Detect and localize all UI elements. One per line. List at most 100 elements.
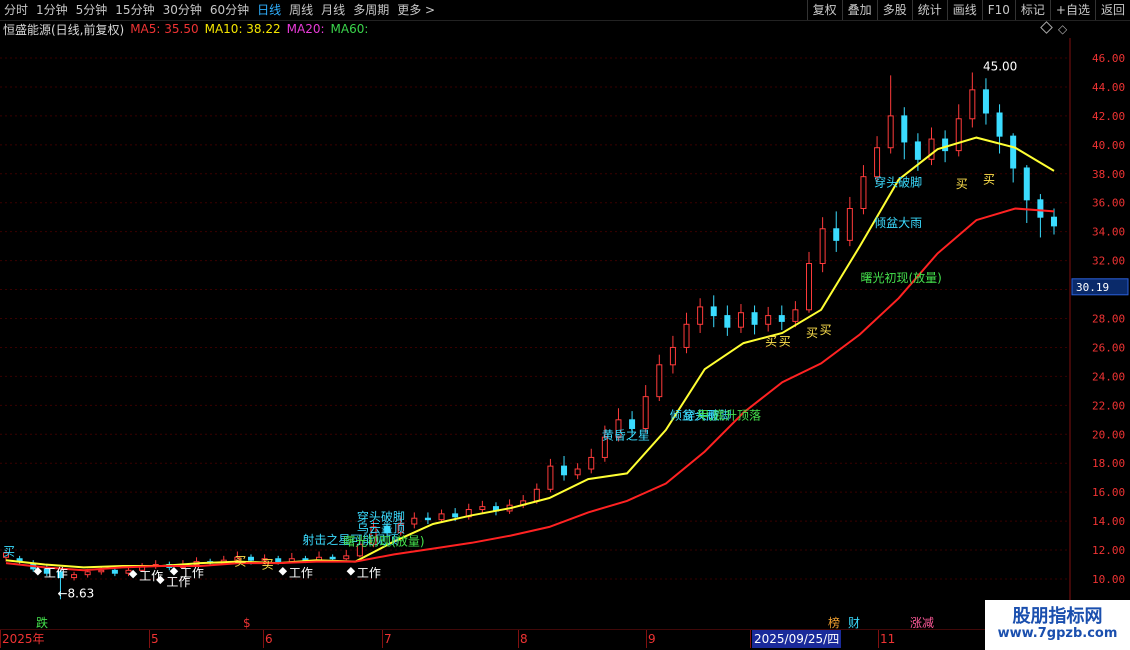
candle-body — [561, 465, 568, 476]
candle-body — [411, 517, 418, 525]
candle-body — [751, 312, 758, 325]
candle-body — [247, 556, 254, 561]
work-diamond-icon — [346, 566, 356, 576]
period-tab-9[interactable]: 多周期 — [349, 0, 393, 20]
tool-button-7[interactable]: +自选 — [1049, 0, 1095, 20]
kline-chart[interactable]: 46.00 44.00 42.00 40.00 38.00 36.00 34.00 32.00… — [0, 38, 1130, 630]
period-tab-6[interactable]: 日线 — [253, 0, 285, 20]
candle-body — [452, 513, 459, 518]
event-marker: 榜 — [828, 615, 840, 630]
period-tab-3[interactable]: 15分钟 — [111, 0, 158, 20]
tool-button-6[interactable]: 标记 — [1014, 0, 1050, 20]
candle-body — [533, 488, 540, 502]
y-tick-label: 12.00 — [1092, 544, 1125, 557]
y-tick-label: 44.00 — [1092, 81, 1125, 94]
signal-label: 倾盆大雨 — [874, 216, 922, 230]
candle-body — [969, 89, 976, 120]
period-tab-4[interactable]: 30分钟 — [159, 0, 206, 20]
candle-body — [737, 312, 744, 328]
y-tick-label: 32.00 — [1092, 255, 1125, 268]
signal-label: 穿头破脚 — [357, 509, 405, 524]
x-axis-label: 6 — [265, 632, 273, 646]
period-tab-2[interactable]: 5分钟 — [72, 0, 112, 20]
current-price-label: 30.19 — [1076, 281, 1109, 294]
y-tick-label: 16.00 — [1092, 486, 1125, 499]
tool-button-8[interactable]: 返回 — [1094, 0, 1130, 20]
y-tick-label: 40.00 — [1092, 139, 1125, 152]
signal-label: 黄昏之星 — [602, 429, 650, 443]
candle-body — [778, 315, 785, 322]
candle-body — [329, 556, 336, 560]
candle-body — [765, 315, 772, 325]
signal-label: 工作 — [357, 566, 381, 580]
period-tab-7[interactable]: 周线 — [285, 0, 317, 20]
signal-label: 买 — [3, 545, 15, 559]
watermark-title: 股朋指标网 — [1012, 606, 1103, 627]
candle-body — [819, 228, 826, 265]
x-axis-tick — [518, 630, 519, 648]
ma5-value: MA5: 35.50 — [130, 22, 199, 36]
candle-body — [438, 513, 445, 521]
x-axis-label: 2025/09/25/四 — [752, 630, 842, 648]
candle-body — [833, 228, 840, 241]
x-axis-tick — [750, 630, 751, 648]
candle-body — [914, 141, 921, 160]
y-tick-label: 18.00 — [1092, 457, 1125, 470]
tool-button-4[interactable]: 画线 — [946, 0, 982, 20]
event-marker: 跌 — [36, 615, 48, 630]
candle-body — [547, 465, 554, 490]
y-tick-label: 24.00 — [1092, 370, 1125, 383]
y-tick-label: 28.00 — [1092, 313, 1125, 326]
event-marker: 财 — [848, 616, 860, 630]
candle-body — [275, 558, 282, 563]
tool-button-5[interactable]: F10 — [981, 0, 1015, 20]
x-axis-tick — [878, 630, 879, 648]
x-axis-label: 8 — [520, 632, 528, 646]
candle-body — [574, 468, 581, 476]
candle-body — [955, 118, 962, 152]
x-axis-label: 11 — [880, 632, 896, 646]
signal-label: 曙光初现(放量) — [343, 533, 424, 548]
signal-label: 买 — [983, 173, 995, 187]
signal-label: 买 — [806, 326, 818, 340]
signal-label: 买 — [765, 335, 777, 349]
tool-button-1[interactable]: 叠加 — [841, 0, 877, 20]
x-axis-tick — [646, 630, 647, 648]
signal-label: 买 — [820, 323, 832, 337]
close-icon[interactable]: ◇ — [1058, 20, 1067, 38]
candle-body — [860, 176, 867, 210]
period-tab-0[interactable]: 分时 — [0, 0, 32, 20]
period-tab-5[interactable]: 60分钟 — [206, 0, 253, 20]
y-tick-label: 34.00 — [1092, 226, 1125, 239]
x-axis-tick — [149, 630, 150, 648]
period-tab-8[interactable]: 月线 — [317, 0, 349, 20]
signal-label: ←8.63 — [57, 586, 94, 600]
chart-tools: 复权 叠加 多股 统计 画线 F10 标记 +自选 返回 — [806, 0, 1130, 20]
event-marker: 涨减 — [910, 615, 934, 630]
candle-body — [84, 571, 91, 576]
candle-body — [588, 456, 595, 470]
candle-body — [996, 112, 1003, 137]
period-toolbar: 分时 1分钟 5分钟 15分钟 30分钟 60分钟 日线 周线 月线 多周期 更多 > 复权 叠加 多股… — [0, 0, 1130, 21]
ma20-value: MA20: — [286, 22, 325, 36]
period-tab-1[interactable]: 1分钟 — [32, 0, 72, 20]
candle-body — [792, 309, 799, 322]
signal-label: 45.00 — [983, 60, 1017, 74]
x-axis-tick — [0, 630, 1, 648]
candle-body — [942, 138, 949, 152]
x-axis-label: 7 — [384, 632, 392, 646]
candle-body — [806, 263, 813, 311]
tool-button-3[interactable]: 统计 — [911, 0, 947, 20]
candle-body — [1051, 216, 1057, 227]
event-marker: $ — [243, 616, 251, 630]
ma10-value: MA10: 38.22 — [204, 22, 281, 36]
signal-label: 工作 — [166, 575, 190, 589]
candle-body — [887, 115, 894, 149]
signal-label: 穿头破脚 — [874, 174, 922, 189]
tool-button-2[interactable]: 多股 — [876, 0, 912, 20]
period-tab-10[interactable]: 更多 > — [393, 0, 439, 20]
candle-body — [343, 555, 350, 560]
info-bar: 恒盛能源(日线,前复权) MA5: 35.50 MA10: 38.22 MA20… — [0, 20, 1130, 38]
candle-body — [1023, 167, 1030, 201]
tool-button-0[interactable]: 复权 — [806, 0, 842, 20]
